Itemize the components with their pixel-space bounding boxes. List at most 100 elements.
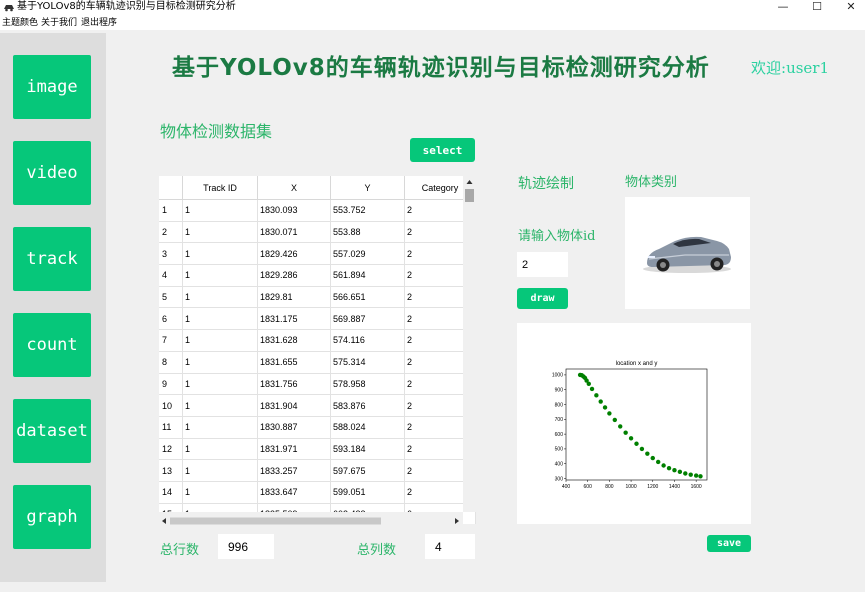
table-cell[interactable]: 578.958 bbox=[330, 373, 405, 396]
table-cell[interactable]: 553.88 bbox=[330, 221, 405, 244]
table-cell[interactable]: 1833.257 bbox=[257, 459, 331, 482]
trajectory-chart: location x and y 400 600 800 1000 1200 1400 160… bbox=[552, 361, 708, 490]
table-cell[interactable]: 1 bbox=[182, 242, 258, 266]
table-cell[interactable]: 1831.756 bbox=[257, 373, 331, 396]
table-cell[interactable]: 1 bbox=[182, 307, 258, 331]
table-cell[interactable]: 1 bbox=[182, 221, 258, 244]
table-cell[interactable]: 1831.628 bbox=[257, 329, 331, 352]
table-cell[interactable]: 574.116 bbox=[330, 329, 405, 352]
table-cell[interactable]: 1 bbox=[182, 394, 258, 417]
draw-button[interactable]: draw bbox=[517, 288, 568, 309]
table-cell[interactable]: 588.024 bbox=[330, 416, 405, 439]
sidebar: image video track count dataset graph bbox=[0, 33, 106, 582]
table-cell[interactable]: 1 bbox=[182, 199, 258, 222]
table-cell[interactable]: 575.314 bbox=[330, 351, 405, 374]
table-cell[interactable]: 557.029 bbox=[330, 242, 405, 266]
table-cell[interactable]: 553.752 bbox=[330, 199, 405, 222]
table-cell[interactable]: 1831.904 bbox=[257, 394, 331, 417]
category-title: 物体类别 bbox=[625, 175, 678, 190]
nav-image-button[interactable]: image bbox=[13, 55, 91, 119]
total-rows-field[interactable]: 996 bbox=[218, 534, 274, 559]
table-row[interactable]: 5 1 1829.81 566.651 2 bbox=[159, 286, 476, 309]
table-row[interactable]: 1 1 1830.093 553.752 2 bbox=[159, 199, 476, 222]
table-cell[interactable]: 1 bbox=[182, 329, 258, 352]
table-cell[interactable]: 1 bbox=[182, 264, 258, 287]
table-cell[interactable]: 561.894 bbox=[330, 264, 405, 287]
minimize-button[interactable]: — bbox=[766, 0, 800, 16]
menu-theme-color[interactable]: 主题颜色 bbox=[2, 16, 38, 30]
table-cell[interactable]: 597.675 bbox=[330, 459, 405, 482]
column-header-track-id[interactable]: Track ID bbox=[182, 176, 258, 200]
table-cell[interactable]: 1833.647 bbox=[257, 481, 331, 504]
table-cell[interactable]: 583.876 bbox=[330, 394, 405, 417]
y-tick-label: 400 bbox=[555, 462, 564, 468]
column-header-y[interactable]: Y bbox=[330, 176, 405, 200]
table-row[interactable]: 3 1 1829.426 557.029 2 bbox=[159, 242, 476, 266]
chart-title: location x and y bbox=[616, 361, 658, 367]
table-cell[interactable]: 1 bbox=[182, 481, 258, 504]
table-cell[interactable]: 1 bbox=[182, 438, 258, 461]
table-row[interactable]: 6 1 1831.175 569.887 2 bbox=[159, 307, 476, 331]
total-cols-label: 总列数 bbox=[357, 543, 397, 558]
data-point bbox=[628, 436, 634, 441]
table-row[interactable]: 4 1 1829.286 561.894 2 bbox=[159, 264, 476, 287]
table-cell[interactable]: 1831.175 bbox=[257, 307, 331, 331]
table-cell[interactable]: 1829.426 bbox=[257, 242, 331, 266]
table-row[interactable]: 9 1 1831.756 578.958 2 bbox=[159, 373, 476, 396]
nav-track-button[interactable]: track bbox=[13, 227, 91, 291]
table-cell[interactable]: 566.651 bbox=[330, 286, 405, 309]
row-number: 1 bbox=[159, 199, 183, 222]
maximize-button[interactable]: ☐ bbox=[800, 0, 834, 16]
save-button[interactable]: save bbox=[707, 535, 751, 552]
object-id-input[interactable]: 2 bbox=[517, 252, 568, 277]
table-row[interactable]: 7 1 1831.628 574.116 2 bbox=[159, 329, 476, 352]
table-cell[interactable]: 569.887 bbox=[330, 307, 405, 331]
table-cell[interactable]: 1 bbox=[182, 373, 258, 396]
nav-dataset-button[interactable]: dataset bbox=[13, 399, 91, 463]
data-point bbox=[645, 451, 650, 456]
table-cell[interactable]: 1831.971 bbox=[257, 438, 331, 461]
data-point bbox=[634, 441, 639, 446]
nav-graph-button[interactable]: graph bbox=[13, 485, 91, 549]
row-number: 2 bbox=[159, 221, 183, 244]
table-cell[interactable]: 1 bbox=[182, 286, 258, 309]
table-row[interactable]: 11 1 1830.887 588.024 2 bbox=[159, 416, 476, 439]
table-row[interactable]: 2 1 1830.071 553.88 2 bbox=[159, 221, 476, 244]
table-cell[interactable]: 1829.81 bbox=[257, 286, 331, 309]
table-row[interactable]: 10 1 1831.904 583.876 2 bbox=[159, 394, 476, 417]
data-point bbox=[612, 417, 618, 423]
table-row[interactable]: 14 1 1833.647 599.051 2 bbox=[159, 481, 476, 504]
table-cell[interactable]: 593.184 bbox=[330, 438, 405, 461]
row-number: 11 bbox=[159, 416, 183, 439]
data-point bbox=[639, 446, 645, 452]
table-cell[interactable]: 1830.887 bbox=[257, 416, 331, 439]
table-cell[interactable]: 1830.071 bbox=[257, 221, 331, 244]
nav-count-button[interactable]: count bbox=[13, 313, 91, 377]
table-row[interactable]: 13 1 1833.257 597.675 2 bbox=[159, 459, 476, 482]
table-cell[interactable]: 1 bbox=[182, 351, 258, 374]
table-row[interactable]: 8 1 1831.655 575.314 2 bbox=[159, 351, 476, 374]
username: user1 bbox=[786, 59, 830, 77]
table-cell[interactable]: 1 bbox=[182, 459, 258, 482]
table-cell[interactable]: 1831.655 bbox=[257, 351, 331, 374]
window-title: 基于YOLOv8的车辆轨迹识别与目标检测研究分析 bbox=[17, 1, 236, 12]
window-titlebar: 基于YOLOv8的车辆轨迹识别与目标检测研究分析 — ☐ ✕ bbox=[0, 0, 865, 16]
nav-video-button[interactable]: video bbox=[13, 141, 91, 205]
data-point bbox=[677, 469, 683, 475]
y-tick-label: 700 bbox=[555, 417, 564, 423]
table-cell[interactable]: 1 bbox=[182, 416, 258, 439]
table-row[interactable]: 12 1 1831.971 593.184 2 bbox=[159, 438, 476, 461]
column-header-x[interactable]: X bbox=[257, 176, 331, 200]
total-cols-field[interactable]: 4 bbox=[425, 534, 475, 559]
data-point bbox=[589, 386, 595, 392]
table-cell[interactable]: 1830.093 bbox=[257, 199, 331, 222]
close-button[interactable]: ✕ bbox=[834, 0, 865, 16]
menu-about-us[interactable]: 关于我们 bbox=[41, 16, 77, 30]
row-number: 8 bbox=[159, 351, 183, 374]
horizontal-scrollbar[interactable] bbox=[159, 512, 463, 525]
menu-exit[interactable]: 退出程序 bbox=[81, 16, 117, 30]
table-cell[interactable]: 599.051 bbox=[330, 481, 405, 504]
select-button[interactable]: select bbox=[410, 138, 475, 162]
vertical-scrollbar[interactable] bbox=[463, 176, 476, 512]
table-cell[interactable]: 1829.286 bbox=[257, 264, 331, 287]
